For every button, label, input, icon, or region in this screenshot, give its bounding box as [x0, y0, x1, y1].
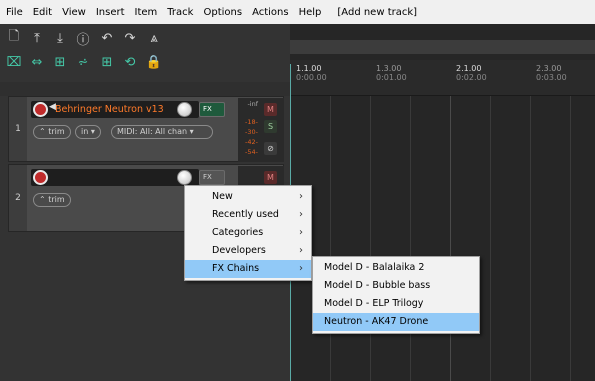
- new-project-icon[interactable]: 🗋: [6, 29, 22, 46]
- ruler-bar-label: 2.3.00: [536, 64, 562, 73]
- redo-icon[interactable]: ↷: [122, 30, 138, 46]
- envelope-icon[interactable]: ⩫: [75, 54, 91, 70]
- trim-button[interactable]: ⌃ trim: [33, 193, 71, 207]
- grid-line: [410, 96, 411, 381]
- fx-chain-item[interactable]: Neutron - AK47 Drone: [313, 313, 479, 331]
- mute-button[interactable]: M: [264, 171, 277, 184]
- menu-add-new-track[interactable]: [Add new track]: [337, 7, 417, 18]
- grid-line: [450, 96, 451, 381]
- open-project-icon[interactable]: ⤒: [29, 30, 45, 46]
- fx-chain-item[interactable]: Model D - Bubble bass: [313, 277, 479, 295]
- menu-view[interactable]: View: [62, 7, 86, 18]
- meter-label: -30-: [245, 128, 258, 136]
- meter-label: -54-: [245, 148, 258, 156]
- fx-label: FX: [203, 105, 212, 113]
- menu-file[interactable]: File: [6, 7, 23, 18]
- speaker-icon[interactable]: ◀: [49, 102, 56, 112]
- menu-options[interactable]: Options: [203, 7, 242, 18]
- menu-item-label: New: [212, 191, 233, 202]
- trim-label: trim: [48, 127, 65, 136]
- input-select[interactable]: in ▾: [75, 125, 101, 139]
- solo-button[interactable]: S: [264, 120, 277, 133]
- chevron-right-icon: ›: [299, 191, 303, 202]
- menu-item-developers[interactable]: Developers ›: [185, 242, 311, 260]
- input-label: in: [81, 127, 89, 136]
- chevron-right-icon: ›: [299, 209, 303, 220]
- grid-lines-icon[interactable]: ⊞: [99, 54, 115, 70]
- track-name-field[interactable]: [31, 169, 199, 186]
- meter-label: -42-: [245, 138, 258, 146]
- midi-input-label: MIDI: All: All chan: [117, 127, 188, 136]
- grid-icon[interactable]: ⊞: [52, 54, 68, 70]
- ruler-tick: 1.3.00 0:01.00: [376, 64, 407, 82]
- record-arm-button[interactable]: [33, 170, 48, 185]
- trim-button[interactable]: ⌃ trim: [33, 125, 71, 139]
- grid-line: [330, 96, 331, 381]
- chevron-right-icon: ›: [299, 227, 303, 238]
- menu-item-recently-used[interactable]: Recently used ›: [185, 206, 311, 224]
- loop-icon[interactable]: ⟲: [122, 54, 138, 70]
- ruler-time-label: 0:02.00: [456, 73, 487, 82]
- fx-chains-submenu: Model D - Balalaika 2 Model D - Bubble b…: [312, 256, 480, 334]
- volume-knob[interactable]: [177, 170, 192, 185]
- menu-item-label: FX Chains: [212, 263, 260, 274]
- ruler-tick: 2.1.00 0:02.00: [456, 64, 487, 82]
- volume-knob[interactable]: [177, 102, 192, 117]
- menu-item-label: Recently used: [212, 209, 279, 220]
- grid-line: [370, 96, 371, 381]
- grid-line: [570, 96, 571, 381]
- info-icon[interactable]: ⓘ: [75, 30, 91, 48]
- ruler-time-label: 0:03.00: [536, 73, 567, 82]
- lock-icon[interactable]: 🔒: [146, 54, 162, 70]
- chevron-right-icon: ›: [299, 245, 303, 256]
- fx-button[interactable]: FX: [199, 102, 225, 117]
- timeline-ruler[interactable]: 1.1.00 0:00.00 1.3.00 0:01.00 2.1.00 0:0…: [290, 60, 595, 96]
- menu-insert[interactable]: Insert: [96, 7, 125, 18]
- chevron-right-icon: ›: [299, 263, 303, 274]
- menu-item-label: Categories: [212, 227, 264, 238]
- menu-track[interactable]: Track: [167, 7, 193, 18]
- track-name-field[interactable]: Behringer Neutron v13: [31, 101, 199, 118]
- ripple-edit-icon[interactable]: ⇔: [29, 54, 45, 70]
- ruler-tick: 2.3.00 0:03.00: [536, 64, 567, 82]
- midi-input-select[interactable]: MIDI: All: All chan ▾: [111, 125, 213, 139]
- save-project-icon[interactable]: ⤓: [52, 30, 68, 46]
- menu-item-fx-chains[interactable]: FX Chains ›: [185, 260, 311, 278]
- track-number: 1: [9, 97, 27, 161]
- record-arm-button[interactable]: [33, 102, 48, 117]
- menu-item-label: Developers: [212, 245, 266, 256]
- grid-line: [490, 96, 491, 381]
- phase-button[interactable]: ⊘: [264, 142, 277, 155]
- menu-item[interactable]: Item: [135, 7, 158, 18]
- ruler-bar-label: 1.3.00: [376, 64, 402, 73]
- fx-label: FX: [203, 173, 212, 181]
- meter-label: -inf: [247, 100, 258, 108]
- menu-bar: File Edit View Insert Item Track Options…: [0, 0, 595, 24]
- ruler-bar-label: 2.1.00: [456, 64, 482, 73]
- ruler-bar-label: 1.1.00: [296, 64, 322, 73]
- fx-button[interactable]: FX: [199, 170, 225, 185]
- arrange-header-bar: [290, 40, 595, 54]
- fx-chain-item[interactable]: Model D - Balalaika 2: [313, 259, 479, 277]
- track-number: 2: [9, 165, 27, 231]
- grid-line: [530, 96, 531, 381]
- ruler-time-label: 0:00.00: [296, 73, 327, 82]
- ruler-time-label: 0:01.00: [376, 73, 407, 82]
- menu-actions[interactable]: Actions: [252, 7, 289, 18]
- menu-help[interactable]: Help: [299, 7, 322, 18]
- track-1-meter-panel: -inf -18- -30- -42- -54- M S ⊘: [238, 98, 284, 162]
- menu-item-new[interactable]: New ›: [185, 188, 311, 206]
- menu-item-categories[interactable]: Categories ›: [185, 224, 311, 242]
- undo-icon[interactable]: ↶: [99, 30, 115, 46]
- main-toolbar: 🗋 ⤒ ⤓ ⓘ ↶ ↷ ⩓ ⌧ ⇔ ⊞ ⩫ ⊞ ⟲ 🔒: [0, 24, 290, 82]
- grid-snap-icon[interactable]: ⌧: [6, 54, 22, 70]
- fx-context-menu: New › Recently used › Categories › Develope…: [184, 185, 312, 281]
- fx-chain-item[interactable]: Model D - ELP Trilogy: [313, 295, 479, 313]
- meter-label: -18-: [245, 118, 258, 126]
- menu-edit[interactable]: Edit: [33, 7, 52, 18]
- mute-button[interactable]: M: [264, 103, 277, 116]
- trim-label: trim: [48, 195, 65, 204]
- ruler-tick: 1.1.00 0:00.00: [296, 64, 327, 82]
- metronome-icon[interactable]: ⩓: [146, 30, 162, 46]
